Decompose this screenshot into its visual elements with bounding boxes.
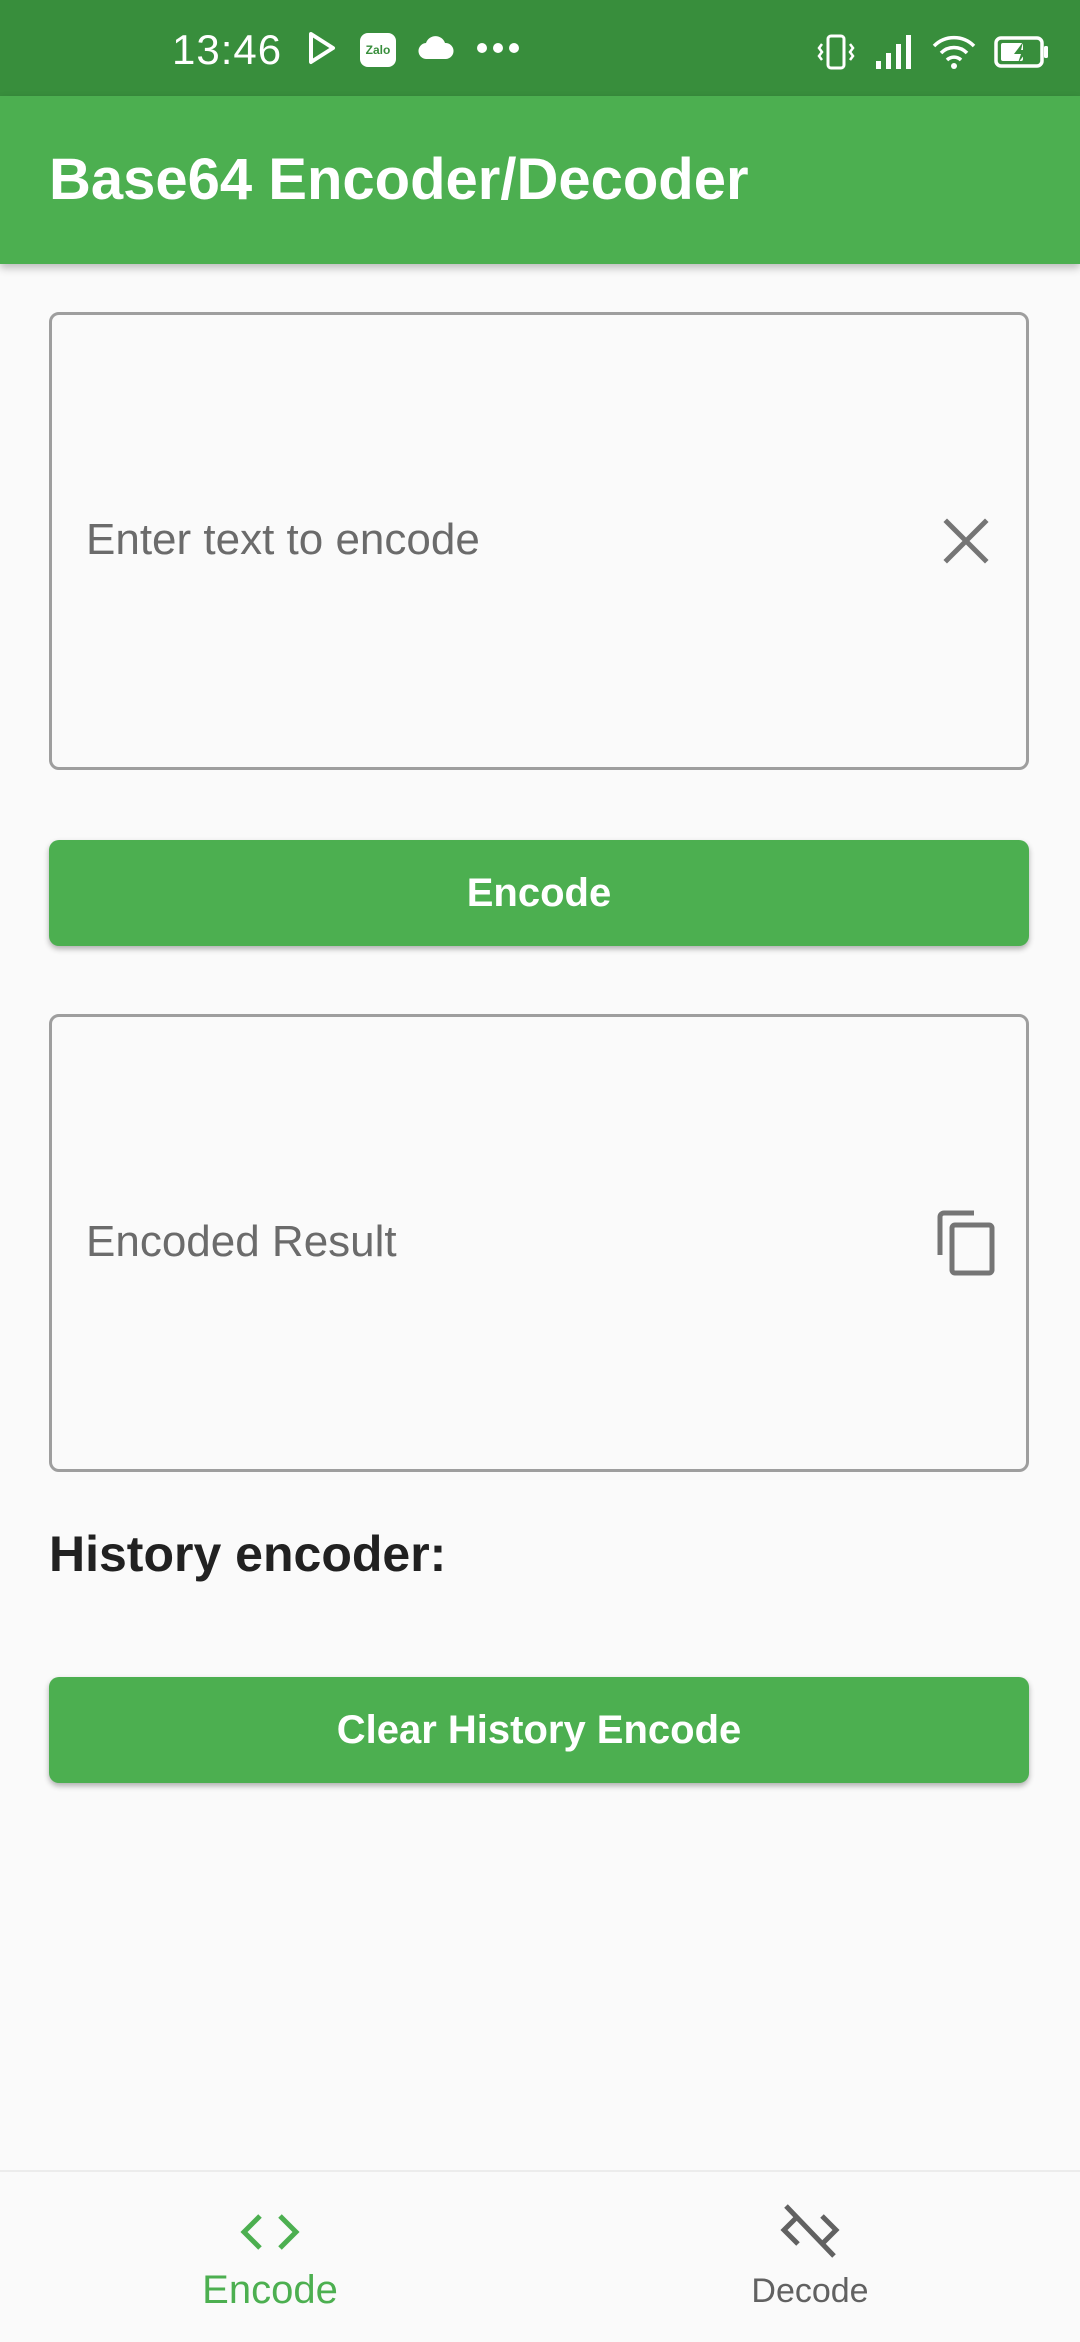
status-left-icons: Zalo [306, 30, 520, 70]
cloud-icon [418, 35, 454, 66]
zalo-icon: Zalo [360, 33, 396, 67]
encode-input-container [49, 312, 1029, 770]
nav-item-encode[interactable]: Encode [0, 2172, 540, 2342]
code-icon [238, 2202, 302, 2262]
clear-history-button[interactable]: Clear History Encode [49, 1677, 1029, 1783]
more-dots-icon [476, 41, 520, 59]
encoded-result-label: Encoded Result [86, 1217, 397, 1266]
copy-icon[interactable] [934, 1210, 998, 1276]
encode-button[interactable]: Encode [49, 840, 1029, 946]
status-right-icons [816, 30, 1050, 78]
app-bar: Base64 Encoder/Decoder [0, 96, 1080, 264]
battery-charging-icon [994, 35, 1050, 74]
vibrate-icon [816, 32, 856, 77]
status-bar: 13:46 Zalo [0, 0, 1080, 96]
close-icon[interactable] [934, 509, 998, 573]
nav-label-decode: Decode [751, 2272, 869, 2310]
encoded-result-field[interactable]: Encoded Result [49, 1014, 1029, 1472]
wifi-icon [932, 34, 976, 75]
nav-item-decode[interactable]: Decode [540, 2172, 1080, 2342]
play-store-icon [306, 31, 338, 70]
encode-input[interactable] [86, 505, 906, 575]
history-heading: History encoder: [49, 1526, 447, 1582]
nav-label-encode: Encode [202, 2268, 338, 2312]
bottom-nav: Encode Decode [0, 2170, 1080, 2342]
page-title: Base64 Encoder/Decoder [49, 147, 749, 212]
status-time: 13:46 [172, 26, 283, 73]
code-off-icon [778, 2202, 842, 2262]
signal-icon [874, 33, 914, 76]
